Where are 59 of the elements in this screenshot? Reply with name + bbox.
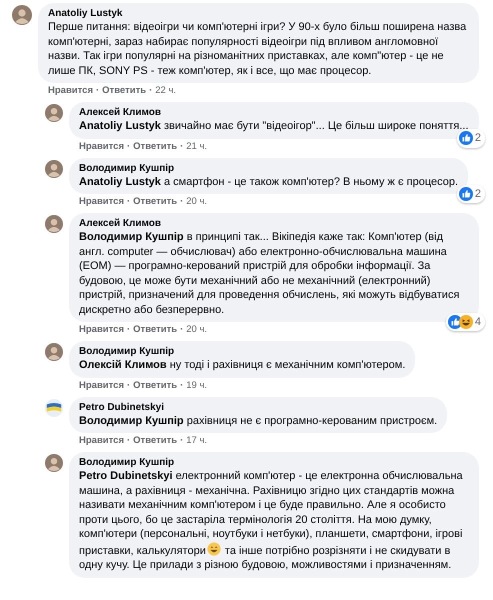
author-name[interactable]: Anatoliy Lustyk	[48, 7, 122, 20]
reply-link[interactable]: Ответить	[133, 434, 178, 449]
dot-separator: ·	[180, 195, 184, 210]
author-name[interactable]: Petro Dubinetskyi	[79, 400, 164, 414]
comment-time[interactable]: 22 ч.	[155, 84, 176, 99]
like-link[interactable]: Нравится	[79, 195, 124, 210]
like-reaction-icon	[458, 131, 473, 146]
avatar-icon[interactable]	[45, 104, 63, 122]
like-link[interactable]: Нравится	[79, 140, 124, 154]
dot-separator: ·	[149, 84, 152, 98]
like-link[interactable]: Нравится	[79, 378, 124, 394]
like-link[interactable]: Нравится	[79, 434, 124, 449]
like-link[interactable]: Нравится	[48, 84, 93, 99]
dot-separator: ·	[96, 84, 100, 98]
dot-separator: ·	[180, 323, 184, 338]
laughing-reaction-icon	[458, 314, 473, 329]
comment-text: Anatoliy Lustyk а смартфон - це також комп'ютер? В ньому ж є процесор.	[79, 174, 458, 189]
dot-separator: ·	[180, 140, 184, 154]
reaction-count[interactable]: 4	[446, 312, 485, 331]
dot-separator: ·	[126, 378, 130, 393]
reaction-number: 4	[474, 314, 482, 330]
reply-link[interactable]: Ответить	[133, 195, 178, 210]
comment-text: Перше питання: відеоігри чи комп'ютерні ігри? У 90-х було більш поширена назва комп'ютерні, зараз набирає популярності відеоігри під впливом англомовної назви. Так ігри популярні на різноманітних приставках, але комп"ютер - це не лише ПК, SONY PS - теж комп'ютер, як і все, що має процесор.	[48, 20, 468, 78]
reply-link[interactable]: Ответить	[133, 140, 178, 154]
comment-text: Олексій Климов ну тоді і рахівниця є механічним комп'ютером.	[79, 358, 406, 372]
author-name[interactable]: Володимир Кушпір	[79, 162, 174, 174]
author-name[interactable]: Володимир Кушпір	[79, 345, 174, 358]
avatar-icon[interactable]	[45, 343, 63, 361]
comment-time[interactable]: 19 ч.	[186, 378, 208, 394]
reaction-number: 2	[474, 186, 482, 202]
comment-time[interactable]: 20 ч.	[186, 195, 208, 210]
author-name[interactable]: Алексей Климов	[79, 217, 162, 230]
avatar-icon[interactable]	[45, 454, 63, 472]
comment-text: Petro Dubinetskyi електронний комп'ютер - це електронна обчислювальна машина, а рахівниця - механічна. Рахівницю згідно цих стандартів можна називати механічним комп'ютером і це буде правильно. Але я особисто проти цього, бо це застаріла термінологія 20 століття. На мою думку, комп'ютери (персональні, ноутбуки і нетбуки), планшети, смартфони, ігрові приставки, калькулятори та інше потрібно розрізняти і не скидувати в одну кучу. Це прилади з різною будовою, можливостями і призначенням.	[79, 469, 464, 572]
like-reaction-icon	[458, 186, 473, 201]
author-name[interactable]: Алексей Климов	[79, 106, 162, 119]
dot-separator: ·	[126, 434, 130, 448]
like-link[interactable]: Нравится	[79, 323, 124, 338]
reaction-number: 2	[474, 131, 482, 146]
avatar-icon[interactable]	[45, 160, 63, 178]
dot-separator: ·	[180, 434, 184, 448]
dot-separator: ·	[126, 323, 130, 338]
author-name[interactable]: Володимир Кушпір	[79, 456, 174, 469]
reaction-count[interactable]: 2	[456, 184, 485, 203]
grinning-emoji-icon	[206, 542, 221, 556]
reply-link[interactable]: Ответить	[133, 378, 178, 394]
comment-time[interactable]: 20 ч.	[186, 323, 208, 338]
comment-time[interactable]: 21 ч.	[186, 140, 208, 154]
avatar-icon[interactable]	[12, 5, 32, 25]
comment-text: Володимир Кушпір рахівниця не є програмно-керованим пристроєм.	[79, 414, 438, 428]
avatar-icon[interactable]	[45, 215, 63, 233]
dot-separator: ·	[180, 378, 184, 393]
dot-separator: ·	[126, 195, 130, 210]
reply-link[interactable]: Ответить	[133, 323, 178, 338]
comment-time[interactable]: 17 ч.	[186, 434, 208, 449]
flag-avatar-icon[interactable]	[45, 398, 63, 416]
dot-separator: ·	[126, 140, 130, 154]
reaction-count[interactable]: 2	[456, 129, 485, 148]
reply-link[interactable]: Ответить	[102, 84, 146, 99]
